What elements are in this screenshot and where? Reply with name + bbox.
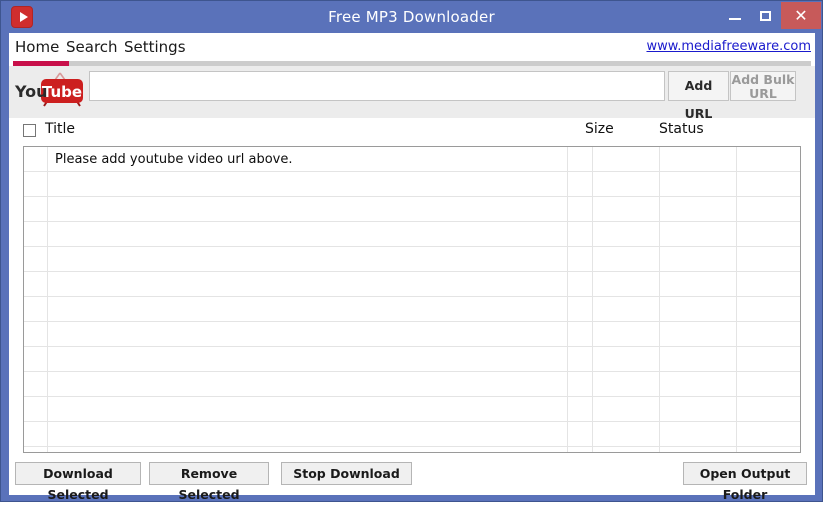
table-row[interactable] bbox=[24, 372, 800, 397]
table-column-header: Title Size Status bbox=[9, 118, 815, 146]
table-row[interactable] bbox=[24, 222, 800, 247]
add-bulk-url-button[interactable]: Add Bulk URL bbox=[730, 71, 796, 101]
remove-selected-button[interactable]: Remove Selected bbox=[149, 462, 269, 502]
minimize-button[interactable] bbox=[719, 2, 751, 29]
footer-toolbar: Download Selected Remove Selected Stop D… bbox=[9, 453, 815, 502]
title-bar: Free MP3 Downloader ✕ bbox=[1, 1, 822, 33]
table-row[interactable] bbox=[24, 172, 800, 197]
table-row[interactable]: Please add youtube video url above. bbox=[24, 147, 800, 172]
download-selected-button[interactable]: Download Selected bbox=[15, 462, 141, 502]
column-header-status[interactable]: Status bbox=[659, 121, 704, 137]
table-row[interactable] bbox=[24, 322, 800, 347]
app-window: Free MP3 Downloader ✕ Home Search Settin… bbox=[0, 0, 823, 502]
url-toolbar: Tube You Add URL Add Bulk URL bbox=[9, 66, 815, 121]
table-row[interactable] bbox=[24, 297, 800, 322]
add-bulk-url-line1: Add Bulk bbox=[731, 72, 795, 87]
select-all-checkbox[interactable] bbox=[23, 124, 36, 137]
table-row[interactable] bbox=[24, 397, 800, 422]
downloads-table[interactable]: Please add youtube video url above. bbox=[23, 146, 801, 453]
maximize-button[interactable] bbox=[751, 2, 781, 29]
menu-item-search[interactable]: Search bbox=[66, 37, 118, 57]
svg-text:Tube: Tube bbox=[42, 83, 82, 101]
table-row[interactable] bbox=[24, 247, 800, 272]
url-input[interactable] bbox=[89, 71, 665, 101]
menu-item-home[interactable]: Home bbox=[15, 37, 59, 57]
table-row[interactable] bbox=[24, 197, 800, 222]
add-url-button[interactable]: Add URL bbox=[668, 71, 729, 121]
column-divider bbox=[736, 147, 737, 452]
column-header-title[interactable]: Title bbox=[45, 121, 75, 137]
open-output-folder-button[interactable]: Open Output Folder bbox=[683, 462, 807, 502]
column-divider bbox=[567, 147, 568, 452]
youtube-logo-icon: Tube You bbox=[13, 72, 91, 108]
add-bulk-url-line2: URL bbox=[749, 86, 777, 101]
close-button[interactable]: ✕ bbox=[781, 2, 821, 29]
window-title: Free MP3 Downloader bbox=[328, 8, 495, 26]
table-rows-container: Please add youtube video url above. bbox=[24, 147, 800, 452]
client-area: Home Search Settings www.mediafreeware.c… bbox=[9, 33, 815, 502]
column-divider bbox=[47, 147, 48, 452]
table-row[interactable] bbox=[24, 347, 800, 372]
empty-state-message: Please add youtube video url above. bbox=[55, 152, 293, 167]
stop-download-button[interactable]: Stop Download bbox=[281, 462, 412, 485]
column-header-size[interactable]: Size bbox=[585, 121, 614, 137]
menu-item-settings[interactable]: Settings bbox=[124, 37, 186, 57]
column-divider bbox=[592, 147, 593, 452]
svg-text:You: You bbox=[14, 82, 48, 101]
table-row[interactable] bbox=[24, 272, 800, 297]
table-row[interactable] bbox=[24, 422, 800, 447]
website-link[interactable]: www.mediafreeware.com bbox=[646, 39, 811, 54]
menu-bar: Home Search Settings www.mediafreeware.c… bbox=[9, 33, 815, 60]
column-divider bbox=[659, 147, 660, 452]
